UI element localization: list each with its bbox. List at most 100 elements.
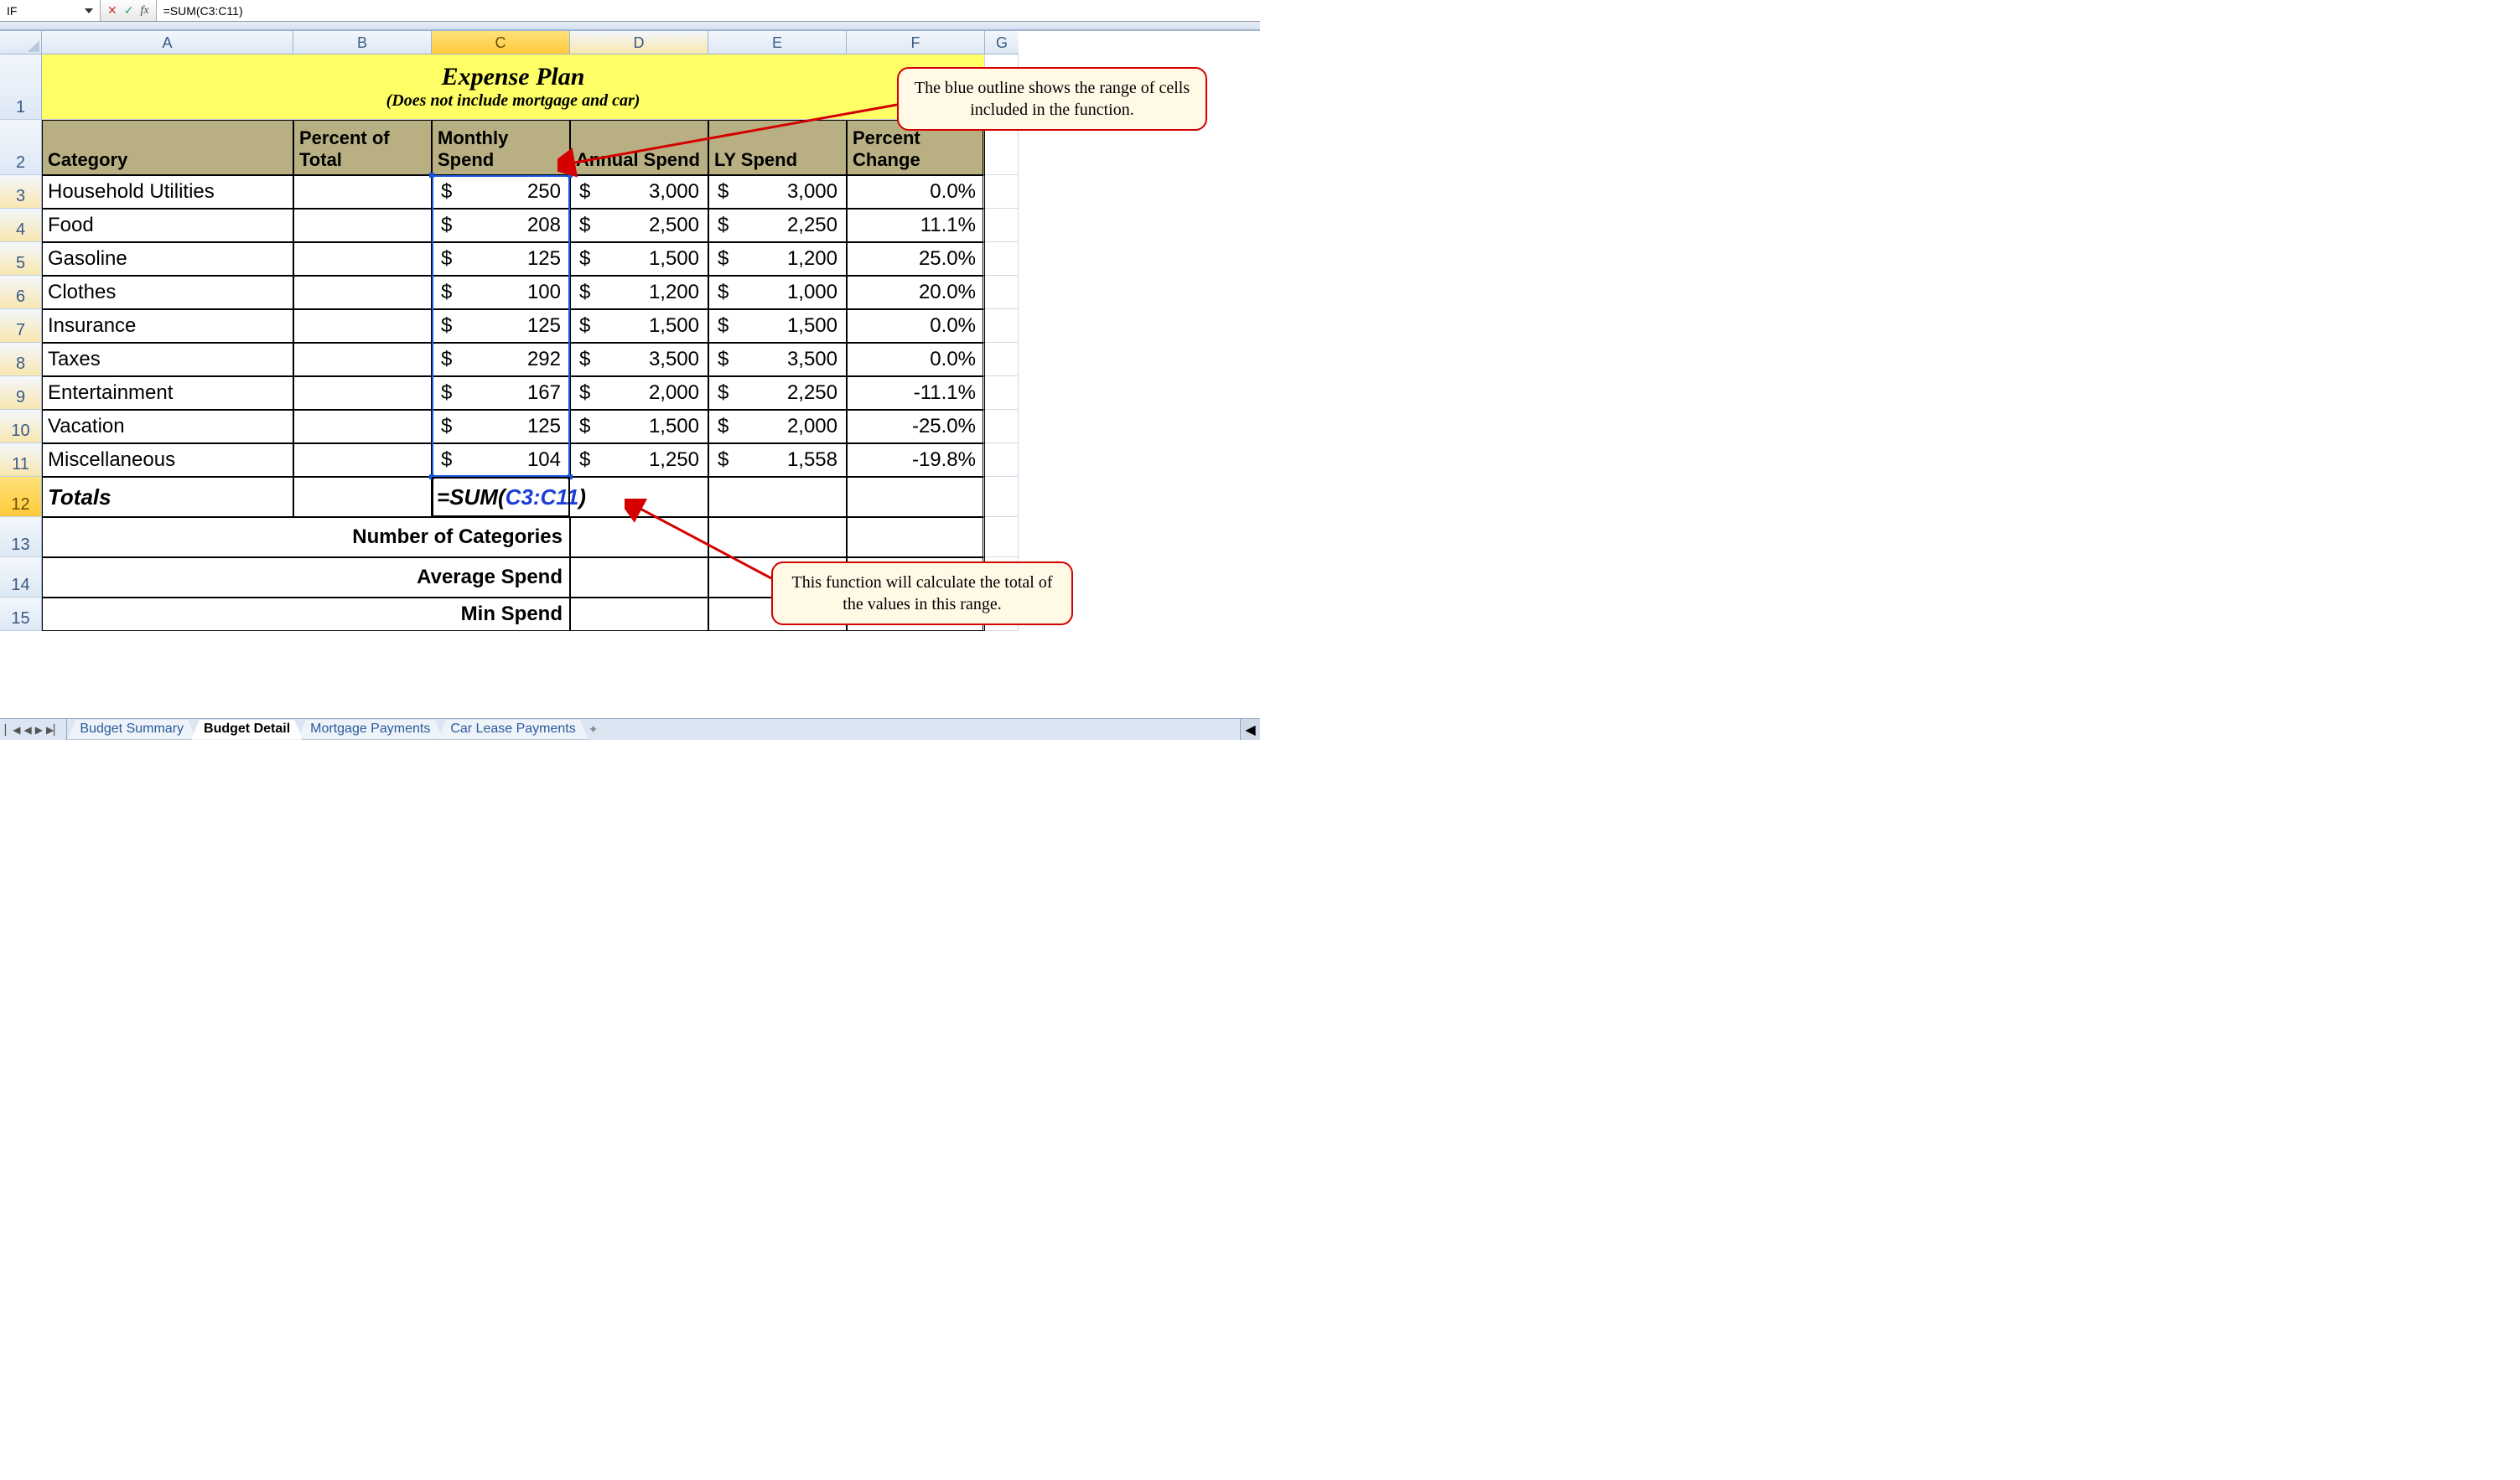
range-handle-tl[interactable] [429,173,434,178]
cell-f7[interactable]: 0.0% [847,309,985,343]
cell-d15[interactable] [570,598,708,631]
cell-d4[interactable]: $2,500 [570,209,708,242]
range-handle-br[interactable] [568,474,573,479]
tab-nav-last-icon[interactable]: ▶▏ [46,724,61,736]
cell-e12[interactable] [708,477,847,517]
cell-a4[interactable]: Food [42,209,293,242]
cell-d13[interactable] [570,517,708,557]
label-min-spend[interactable]: Min Spend [42,598,570,631]
cell-c9[interactable]: $167 [432,376,570,410]
cell-f5[interactable]: 25.0% [847,242,985,276]
cell-a3[interactable]: Household Utilities [42,175,293,209]
cell-e5[interactable]: $1,200 [708,242,847,276]
cell-a6[interactable]: Clothes [42,276,293,309]
cell-d3[interactable]: $3,000 [570,175,708,209]
insert-sheet-icon[interactable]: ✦ [589,722,599,737]
cell-g8[interactable] [985,343,1019,376]
cell-e6[interactable]: $1,000 [708,276,847,309]
range-handle-bl[interactable] [429,474,434,479]
cell-c12-formula[interactable]: =SUM(C3:C11) [432,477,708,517]
cell-g4[interactable] [985,209,1019,242]
name-box[interactable]: IF [0,0,101,21]
cell-e3[interactable]: $3,000 [708,175,847,209]
cell-d8[interactable]: $3,500 [570,343,708,376]
cell-a9[interactable]: Entertainment [42,376,293,410]
header-annual-spend[interactable]: Annual Spend [570,120,708,175]
header-ly-spend[interactable]: LY Spend [708,120,847,175]
cell-d11[interactable]: $1,250 [570,443,708,477]
row-header-2[interactable]: 2 [0,120,42,175]
enter-icon[interactable]: ✓ [124,3,134,18]
cell-g5[interactable] [985,242,1019,276]
header-monthly-spend[interactable]: Monthly Spend [432,120,570,175]
cell-a8[interactable]: Taxes [42,343,293,376]
cell-e9[interactable]: $2,250 [708,376,847,410]
header-category[interactable]: Category [42,120,293,175]
cell-b8[interactable] [293,343,432,376]
col-header-b[interactable]: B [293,31,432,54]
cell-g13[interactable] [985,517,1019,557]
cell-e7[interactable]: $1,500 [708,309,847,343]
cell-b4[interactable] [293,209,432,242]
cell-f13[interactable] [847,517,985,557]
row-header-4[interactable]: 4 [0,209,42,242]
cell-c11[interactable]: $104 [432,443,570,477]
cell-g9[interactable] [985,376,1019,410]
cell-b5[interactable] [293,242,432,276]
row-header-14[interactable]: 14 [0,557,42,598]
sheet-tab-budget-detail[interactable]: Budget Detail [191,720,303,740]
cell-a10[interactable]: Vacation [42,410,293,443]
cell-c6[interactable]: $100 [432,276,570,309]
row-header-3[interactable]: 3 [0,175,42,209]
row-header-1[interactable]: 1 [0,54,42,120]
select-all-corner[interactable] [0,31,42,54]
row-header-15[interactable]: 15 [0,598,42,631]
cell-e11[interactable]: $1,558 [708,443,847,477]
cell-b12[interactable] [293,477,432,517]
cell-a12-totals[interactable]: Totals [42,477,293,517]
cell-b11[interactable] [293,443,432,477]
tab-nav-first-icon[interactable]: ▏◀ [5,724,20,736]
cell-c3[interactable]: $250 [432,175,570,209]
col-header-c[interactable]: C [432,31,570,54]
cell-d10[interactable]: $1,500 [570,410,708,443]
cell-f11[interactable]: -19.8% [847,443,985,477]
cell-d14[interactable] [570,557,708,598]
cell-b3[interactable] [293,175,432,209]
col-header-e[interactable]: E [708,31,847,54]
row-header-6[interactable]: 6 [0,276,42,309]
label-num-categories[interactable]: Number of Categories [42,517,570,557]
cell-c5[interactable]: $125 [432,242,570,276]
sheet-tab-mortgage-payments[interactable]: Mortgage Payments [298,720,443,740]
row-header-11[interactable]: 11 [0,443,42,477]
cell-f3[interactable]: 0.0% [847,175,985,209]
cell-a5[interactable]: Gasoline [42,242,293,276]
cell-b9[interactable] [293,376,432,410]
row-header-5[interactable]: 5 [0,242,42,276]
cell-e4[interactable]: $2,250 [708,209,847,242]
cell-g11[interactable] [985,443,1019,477]
cell-g3[interactable] [985,175,1019,209]
cell-a7[interactable]: Insurance [42,309,293,343]
cell-b10[interactable] [293,410,432,443]
cell-e10[interactable]: $2,000 [708,410,847,443]
col-header-f[interactable]: F [847,31,985,54]
col-header-d[interactable]: D [570,31,708,54]
cell-c7[interactable]: $125 [432,309,570,343]
label-avg-spend[interactable]: Average Spend [42,557,570,598]
cell-f12[interactable] [847,477,985,517]
cell-g7[interactable] [985,309,1019,343]
tab-nav-prev-icon[interactable]: ◀ [23,724,31,736]
cell-a11[interactable]: Miscellaneous [42,443,293,477]
row-header-7[interactable]: 7 [0,309,42,343]
header-percent-total[interactable]: Percent of Total [293,120,432,175]
cell-f8[interactable]: 0.0% [847,343,985,376]
cell-c8[interactable]: $292 [432,343,570,376]
row-header-12[interactable]: 12 [0,477,42,517]
cell-d6[interactable]: $1,200 [570,276,708,309]
row-header-13[interactable]: 13 [0,517,42,557]
cell-d9[interactable]: $2,000 [570,376,708,410]
cell-f6[interactable]: 20.0% [847,276,985,309]
range-handle-tr[interactable] [568,173,573,178]
cell-c10[interactable]: $125 [432,410,570,443]
